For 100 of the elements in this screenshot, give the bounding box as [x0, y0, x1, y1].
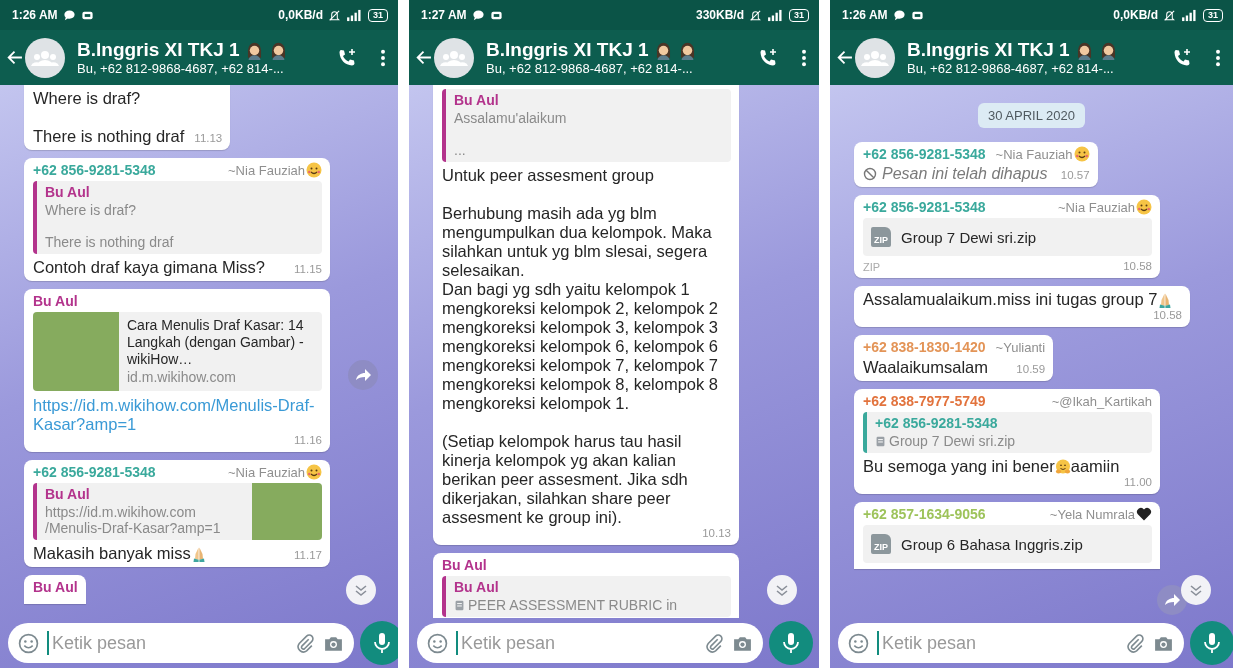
paperclip-icon[interactable] — [294, 632, 315, 654]
sender-name: Bu Aul — [442, 557, 487, 573]
back-arrow-icon[interactable] — [836, 49, 853, 66]
message-field[interactable]: Ketik pesan — [417, 623, 763, 663]
zip-file-icon: ZIP — [871, 534, 891, 554]
quoted-message[interactable]: Bu Aul Where is draf? There is nothing draf — [33, 181, 322, 254]
smiling-face-icon — [1073, 146, 1090, 162]
status-time: 1:26 AM — [842, 8, 888, 22]
smiling-face-icon — [1136, 199, 1152, 215]
chat-title: B.Inggris XI TKJ 1 — [907, 39, 1070, 61]
sender-nickname: ~Nia Fauziah — [228, 162, 305, 178]
quote-author: Bu Aul — [45, 184, 91, 201]
message-time: 10.57 — [1060, 169, 1090, 183]
microphone-button[interactable] — [769, 621, 813, 665]
prohibited-icon — [863, 167, 877, 181]
signal-icon — [767, 8, 784, 22]
scroll-down-button[interactable] — [1181, 575, 1211, 605]
message-text: Where is draf? There is nothing draf — [33, 89, 185, 145]
hugging-face-icon — [1054, 459, 1071, 475]
group-avatar[interactable] — [855, 37, 895, 78]
message-input[interactable]: Ketik pesan — [456, 631, 695, 655]
message-input[interactable]: Ketik pesan — [877, 631, 1116, 655]
menu-icon[interactable] — [1215, 48, 1221, 67]
message-text: Makasih banyak miss — [33, 544, 191, 562]
message-input[interactable]: Ketik pesan — [47, 631, 286, 655]
link[interactable]: https://id.m.wikihow.com/Menulis-Draf-Kasar?amp=1 — [33, 396, 322, 434]
status-time: 1:27 AM — [421, 8, 467, 22]
sender-nickname: ~Nia Fauziah — [995, 146, 1073, 162]
data-rate: 330KB/d — [695, 8, 744, 22]
group-avatar[interactable] — [434, 37, 474, 78]
quoted-message[interactable]: Bu Aul https://id.m.wikihow.com /Menulis-Draf-Kasar?amp=1 — [33, 483, 322, 540]
battery-indicator: 31 — [1203, 8, 1223, 22]
signal-icon — [346, 8, 363, 22]
sender-nickname: ~@Ikah_Kartikah — [1051, 393, 1152, 409]
sender-name: +62 838-1830-1420 — [863, 339, 986, 355]
muted-bell-icon — [749, 8, 762, 22]
emoji-icon[interactable] — [427, 632, 448, 654]
quote-text: https://id.m.wikihow.com /Menulis-Draf-Kasar?amp=1 — [45, 504, 221, 536]
back-arrow-icon[interactable] — [6, 49, 23, 66]
quote-text: Assalamu'alaikum ... — [454, 110, 567, 158]
sender-name: +62 856-9281-5348 — [863, 199, 986, 215]
message-time: 10.59 — [1016, 363, 1046, 377]
chat-bubble-icon — [62, 8, 76, 22]
menu-icon[interactable] — [801, 48, 807, 67]
file-attachment[interactable]: ZIP Group 6 Bahasa Inggris.zip — [863, 525, 1152, 563]
back-arrow-icon[interactable] — [415, 49, 432, 66]
sender-nickname: ~Nia Fauziah — [228, 464, 305, 480]
quoted-message[interactable]: +62 856-9281-5348 Group 7 Dewi sri.zip — [863, 412, 1152, 453]
quote-author: Bu Aul — [45, 486, 91, 503]
data-rate: 0,0KB/d — [278, 8, 323, 22]
paperclip-icon[interactable] — [1124, 632, 1145, 654]
chat-participants: Bu, +62 812-9868-4687, +62 814-... — [907, 61, 1115, 76]
muted-bell-icon — [328, 8, 341, 22]
file-name: Group 7 Dewi sri.zip — [901, 228, 1037, 246]
forward-button[interactable] — [348, 360, 378, 390]
chat-title: B.Inggris XI TKJ 1 — [77, 39, 240, 61]
sender-name: +62 856-9281-5348 — [863, 146, 986, 162]
quote-author: +62 856-9281-5348 — [875, 415, 999, 432]
scroll-down-button[interactable] — [767, 575, 797, 605]
quote-author: Bu Aul — [454, 579, 500, 596]
emoji-icon[interactable] — [848, 632, 869, 654]
message-time: 11.13 — [194, 132, 223, 146]
group-avatar[interactable] — [25, 37, 65, 78]
message-field[interactable]: Ketik pesan — [8, 623, 354, 663]
paperclip-icon[interactable] — [703, 632, 724, 654]
message-time: 11.00 — [1124, 476, 1152, 490]
chat-participants: Bu, +62 812-9868-4687, +62 814-... — [77, 61, 285, 76]
link-preview[interactable]: Cara Menulis Draf Kasar: 14 Langkah (dengan Gambar) - wikiHow… id.m.wikihow.com — [33, 312, 322, 391]
battery-indicator: 31 — [789, 8, 809, 22]
message-text: aamiin — [1070, 457, 1120, 475]
message-time: 11.15 — [294, 263, 322, 277]
file-attachment[interactable]: ZIP Group 7 Dewi sri.zip — [863, 218, 1152, 256]
microphone-button[interactable] — [1190, 621, 1233, 665]
microphone-button[interactable] — [360, 621, 398, 665]
sender-name: Bu Aul — [33, 579, 78, 595]
chat-bubble-icon — [892, 8, 906, 22]
message-text: Untuk peer assesment group Berhubung masih ada yg blm mengumpulkan dua kelompok. Maka silahkan untuk yg blm slesai, segera selesaikan. Dan bagi yg sdh yaitu kelompok 1 mengkoreksi kelompok 2, kelompok 2 mengkoreksi kelompok 3, kelompok 3 mengkoreksi kelompok 6, kelompok 6 mengkoreksi kelompok 7, kelompok 7 mengkoreksi kelompok 8, kelompok 8 mengkoreksi kelompok 1. (Setiap kelompok harus tau hasil kinerja kelompok yg akan kalian berikan peer assesment. Jika sdh dikerjakan, silahkan share peer assesment ke group ini). — [442, 166, 720, 526]
message-text: Waalaikumsalam — [863, 358, 988, 376]
message-text: Contoh draf kaya gimana Miss? — [33, 258, 266, 276]
sender-name: +62 856-9281-5348 — [33, 162, 156, 178]
message-time: 10.58 — [1123, 260, 1152, 274]
battery-indicator: 31 — [368, 8, 388, 22]
menu-icon[interactable] — [380, 48, 386, 67]
emoji-icon[interactable] — [18, 632, 39, 654]
quoted-message[interactable]: Bu Aul Assalamu'alaikum ... — [442, 89, 731, 162]
quote-text: Group 7 Dewi sri.zip — [889, 433, 1016, 449]
deleted-message-text: Pesan ini telah dihapus — [882, 165, 1048, 183]
sender-nickname: ~Yulianti — [995, 339, 1046, 355]
scroll-down-button[interactable] — [346, 575, 376, 605]
date-chip: 30 APRIL 2020 — [978, 103, 1085, 128]
message-field[interactable]: Ketik pesan — [838, 623, 1184, 663]
sender-name: +62 856-9281-5348 — [33, 464, 156, 480]
message-text: Assalamualaikum.miss ini tugas group 7 — [863, 290, 1158, 308]
smiling-face-icon — [306, 162, 322, 178]
quoted-message[interactable]: Bu Aul PEER ASSESSMENT RUBRIC in — [442, 576, 731, 617]
sender-nickname: ~Nia Fauziah — [1058, 199, 1135, 215]
message-time: 10.13 — [702, 527, 731, 541]
message-time: 11.17 — [294, 549, 322, 563]
preview-domain: id.m.wikihow.com — [127, 369, 237, 386]
muted-bell-icon — [1163, 8, 1176, 22]
